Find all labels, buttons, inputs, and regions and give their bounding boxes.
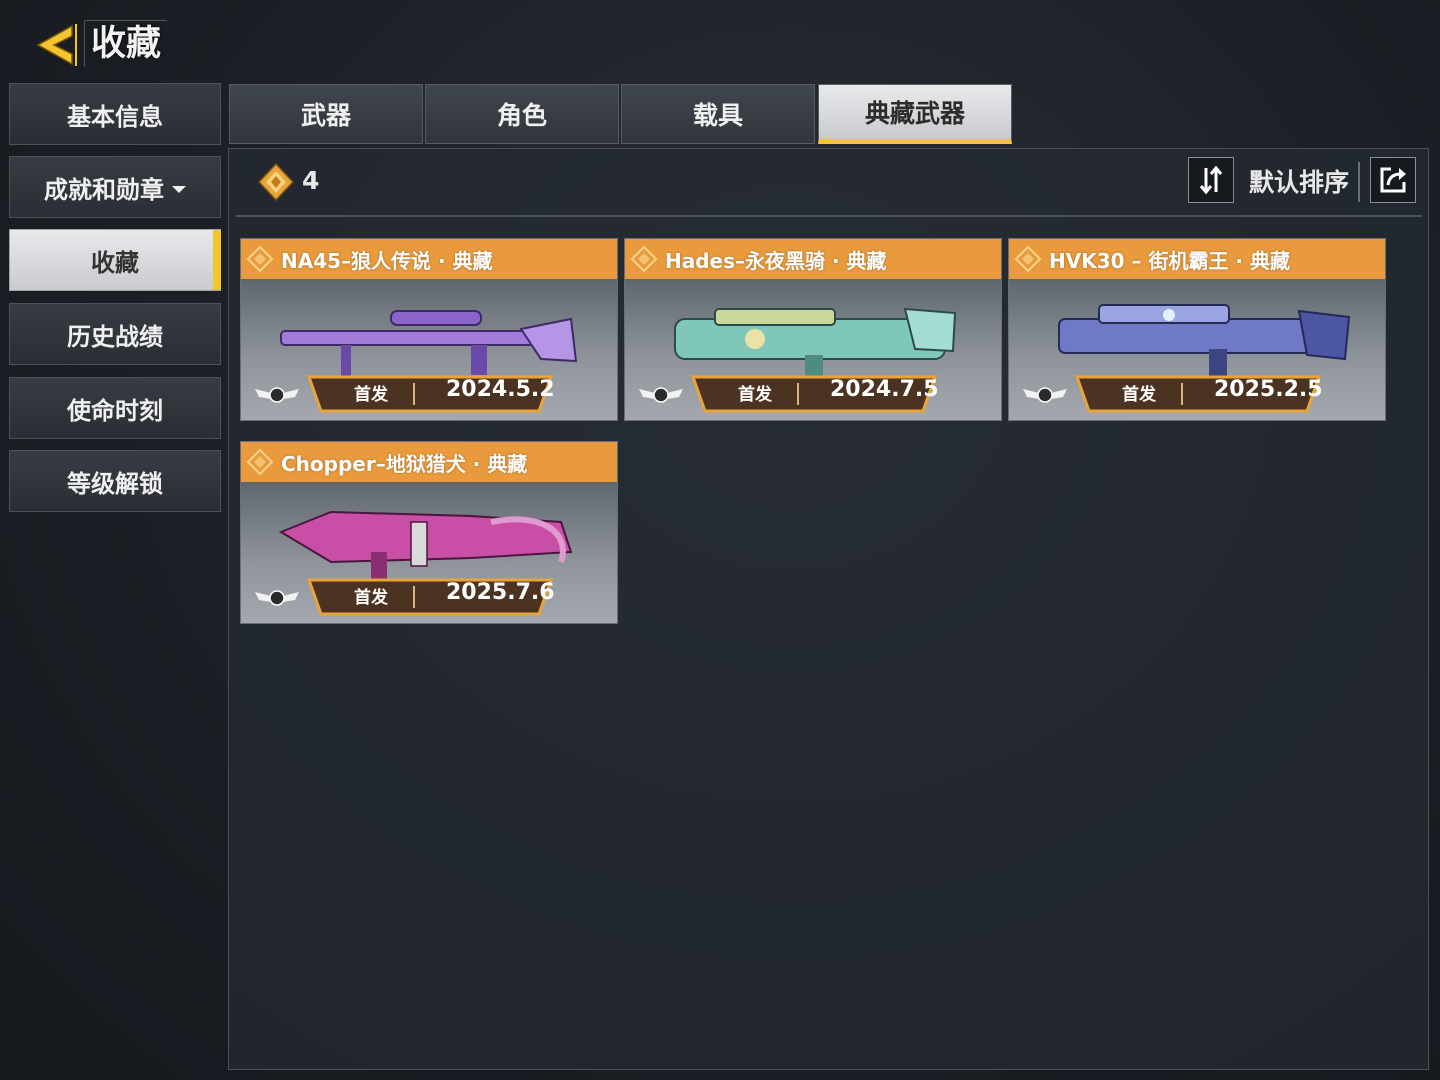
release-date: 2025.7.6 xyxy=(446,580,555,605)
back-arrow-icon[interactable] xyxy=(32,22,78,68)
sort-label[interactable]: 默认排序 xyxy=(1249,163,1349,199)
wings-emblem-icon xyxy=(255,387,299,403)
card-header: Hades–永夜黑骑 · 典藏 xyxy=(625,239,1001,279)
weapon-name: HVK30 – 街机霸王 · 典藏 xyxy=(1049,248,1290,273)
card-body: 首发 2025.2.5 xyxy=(1009,279,1385,420)
collection-diamond-icon xyxy=(257,162,295,202)
tab-label: 武器 xyxy=(300,101,351,130)
tab-vehicles[interactable]: 载具 xyxy=(621,84,815,144)
weapon-name: Chopper–地狱猎犬 · 典藏 xyxy=(281,451,528,476)
tab-legendary-weapons[interactable]: 典藏武器 xyxy=(818,84,1012,144)
tab-label: 角色 xyxy=(496,101,547,130)
wings-emblem-icon xyxy=(639,387,683,403)
toolbar-divider xyxy=(1358,162,1360,202)
sidebar-item-achievements[interactable]: 成就和勋章 xyxy=(9,156,221,218)
weapon-name: NA45–狼人传说 · 典藏 xyxy=(281,248,493,273)
sidebar-item-collection[interactable]: 收藏 xyxy=(9,229,221,291)
release-date: 2024.7.5 xyxy=(830,377,939,402)
collection-count: 4 xyxy=(302,166,320,195)
card-body: 首发 2024.5.2 xyxy=(241,279,617,420)
wings-emblem-icon xyxy=(1023,387,1067,403)
release-badge: 首发 xyxy=(354,385,388,405)
tab-weapons[interactable]: 武器 xyxy=(229,84,423,144)
wings-emblem-icon xyxy=(255,590,299,606)
weapon-card[interactable]: Hades–永夜黑骑 · 典藏 首发 2024.7.5 xyxy=(624,238,1002,421)
weapon-card[interactable]: NA45–狼人传说 · 典藏 首发 2024.5.2 xyxy=(240,238,618,421)
sidebar-item-label: 历史战绩 xyxy=(67,322,163,351)
sidebar-item-label: 等级解锁 xyxy=(67,469,163,498)
release-date: 2025.2.5 xyxy=(1214,377,1323,402)
share-icon xyxy=(1380,167,1406,193)
card-header: Chopper–地狱猎犬 · 典藏 xyxy=(241,442,617,482)
weapon-card[interactable]: HVK30 – 街机霸王 · 典藏 首发 2025.2.5 xyxy=(1008,238,1386,421)
legendary-diamond-icon xyxy=(247,246,273,272)
tab-label: 载具 xyxy=(692,101,743,130)
sidebar-item-label: 成就和勋章 xyxy=(44,175,164,204)
release-badge: 首发 xyxy=(1122,385,1156,405)
sidebar-item-history[interactable]: 历史战绩 xyxy=(9,303,221,365)
sidebar-item-label: 使命时刻 xyxy=(67,396,163,425)
legendary-diamond-icon xyxy=(631,246,657,272)
legendary-diamond-icon xyxy=(247,449,273,475)
panel-divider xyxy=(236,215,1422,217)
page-title: 收藏 xyxy=(84,20,168,67)
sidebar-item-label: 基本信息 xyxy=(67,102,163,131)
sidebar-item-basic-info[interactable]: 基本信息 xyxy=(9,83,221,145)
card-body: 首发 2024.7.5 xyxy=(625,279,1001,420)
release-badge: 首发 xyxy=(354,588,388,608)
sort-toggle-icon xyxy=(1199,165,1223,195)
tab-characters[interactable]: 角色 xyxy=(425,84,619,144)
weapon-card[interactable]: Chopper–地狱猎犬 · 典藏 首发 2025.7.6 xyxy=(240,441,618,624)
caret-down-icon xyxy=(172,185,186,193)
sidebar-item-level-unlock[interactable]: 等级解锁 xyxy=(9,450,221,512)
release-badge: 首发 xyxy=(738,385,772,405)
tab-label: 典藏武器 xyxy=(864,99,965,128)
release-date: 2024.5.2 xyxy=(446,377,555,402)
card-header: NA45–狼人传说 · 典藏 xyxy=(241,239,617,279)
sort-toggle-button[interactable] xyxy=(1188,157,1234,203)
sidebar-item-mission-moments[interactable]: 使命时刻 xyxy=(9,377,221,439)
weapon-name: Hades–永夜黑骑 · 典藏 xyxy=(665,248,887,273)
card-header: HVK30 – 街机霸王 · 典藏 xyxy=(1009,239,1385,279)
card-body: 首发 2025.7.6 xyxy=(241,482,617,623)
share-button[interactable] xyxy=(1370,157,1416,203)
sidebar-item-label: 收藏 xyxy=(91,248,139,277)
legendary-diamond-icon xyxy=(1015,246,1041,272)
